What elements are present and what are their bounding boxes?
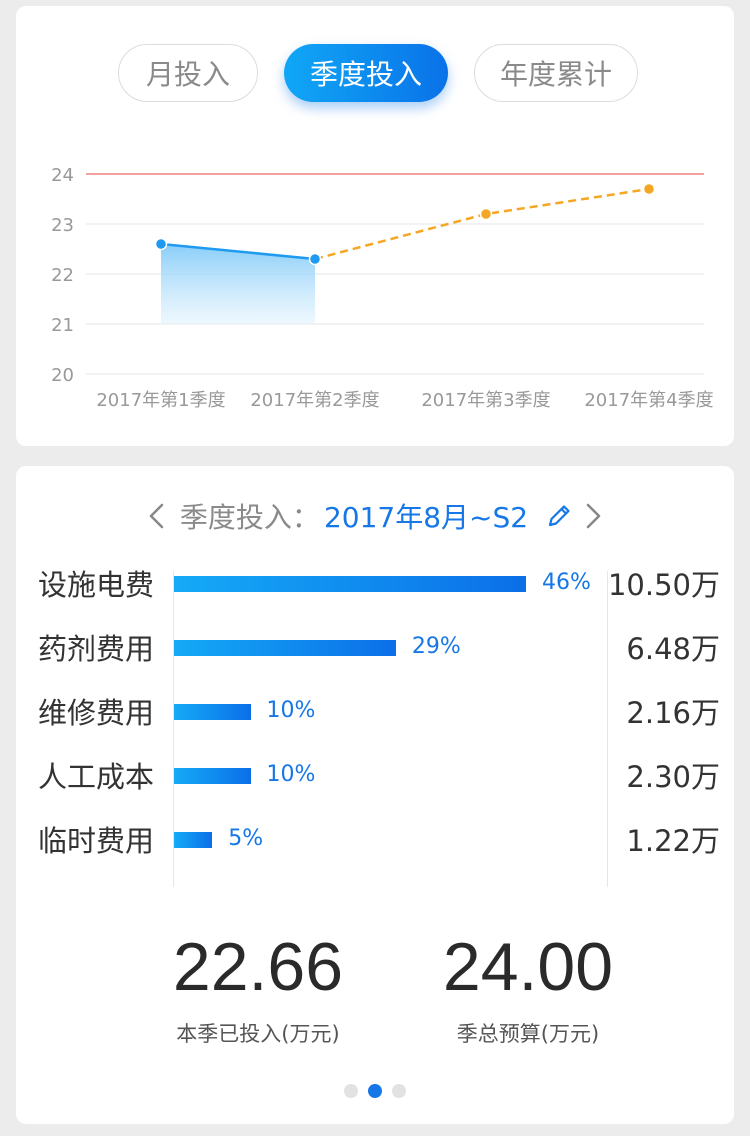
tab-annual-cumulative[interactable]: 年度累计 — [474, 44, 638, 102]
actual-data-point — [154, 237, 168, 251]
quarterly-line-chart: 20 21 22 23 24 2017年第1季度 2017年第2季度 2017年第3季度 201… — [51, 165, 714, 411]
category-label: 药剂费用 — [38, 632, 155, 666]
category-amount: 10.50万 — [607, 568, 720, 602]
pencil-icon[interactable] — [544, 501, 574, 531]
x-tick-label: 2017年第1季度 — [96, 390, 225, 411]
page-dot[interactable] — [368, 1084, 382, 1098]
category-bar — [174, 832, 213, 848]
category-percent: 10% — [266, 698, 316, 723]
x-tick-label: 2017年第2季度 — [250, 390, 379, 411]
budget-caption: 季总预算(万元) — [456, 1022, 600, 1046]
forecast-data-point — [479, 207, 493, 221]
tab-monthly[interactable]: 月投入 — [118, 44, 258, 102]
period-label: 季度投入： — [179, 501, 320, 534]
category-bar — [174, 640, 396, 656]
forecast-data-point — [642, 182, 656, 196]
category-bar — [174, 768, 251, 784]
category-label: 临时费用 — [38, 824, 155, 858]
category-percent: 5% — [228, 826, 264, 851]
y-tick-label: 24 — [51, 165, 74, 186]
y-tick-label: 22 — [51, 265, 74, 286]
invested-value: 22.66 — [172, 929, 344, 1005]
y-tick-label: 23 — [51, 215, 74, 236]
amount-divider — [607, 571, 608, 887]
category-bar — [174, 704, 251, 720]
y-tick-label: 20 — [51, 365, 74, 386]
category-label: 维修费用 — [38, 696, 155, 730]
category-label: 设施电费 — [38, 568, 155, 602]
page-dot[interactable] — [344, 1084, 358, 1098]
breakdown-card: 季度投入： 2017年8月~S2 设施电费 46% 10.50万药剂费用 29% 6.4… — [16, 466, 734, 1124]
chevron-right-icon[interactable] — [580, 501, 606, 531]
category-percent: 29% — [411, 634, 461, 659]
tab-quarterly[interactable]: 季度投入 — [284, 44, 448, 102]
category-percent: 46% — [542, 570, 591, 595]
chevron-left-icon[interactable] — [144, 501, 170, 531]
actual-data-point — [308, 252, 322, 266]
category-bar — [174, 576, 526, 592]
category-label: 人工成本 — [38, 760, 155, 794]
budget-value: 24.00 — [442, 929, 614, 1005]
category-amount: 6.48万 — [626, 632, 720, 666]
period-value[interactable]: 2017年8月~S2 — [324, 496, 528, 536]
category-amount: 2.16万 — [626, 696, 720, 730]
x-tick-label: 2017年第4季度 — [584, 390, 713, 411]
y-tick-label: 21 — [51, 315, 74, 336]
category-amount: 1.22万 — [626, 824, 720, 858]
trend-card: 月投入 季度投入 年度累计 20 21 22 23 24 2017年第1季度 2017年第2… — [16, 6, 734, 446]
invested-caption: 本季已投入(万元) — [176, 1022, 340, 1046]
category-amount: 2.30万 — [626, 760, 720, 794]
category-percent: 10% — [266, 762, 316, 787]
page-dot[interactable] — [392, 1084, 406, 1098]
x-tick-label: 2017年第3季度 — [421, 390, 550, 411]
period-selector: 季度投入： 2017年8月~S2 — [16, 496, 734, 536]
